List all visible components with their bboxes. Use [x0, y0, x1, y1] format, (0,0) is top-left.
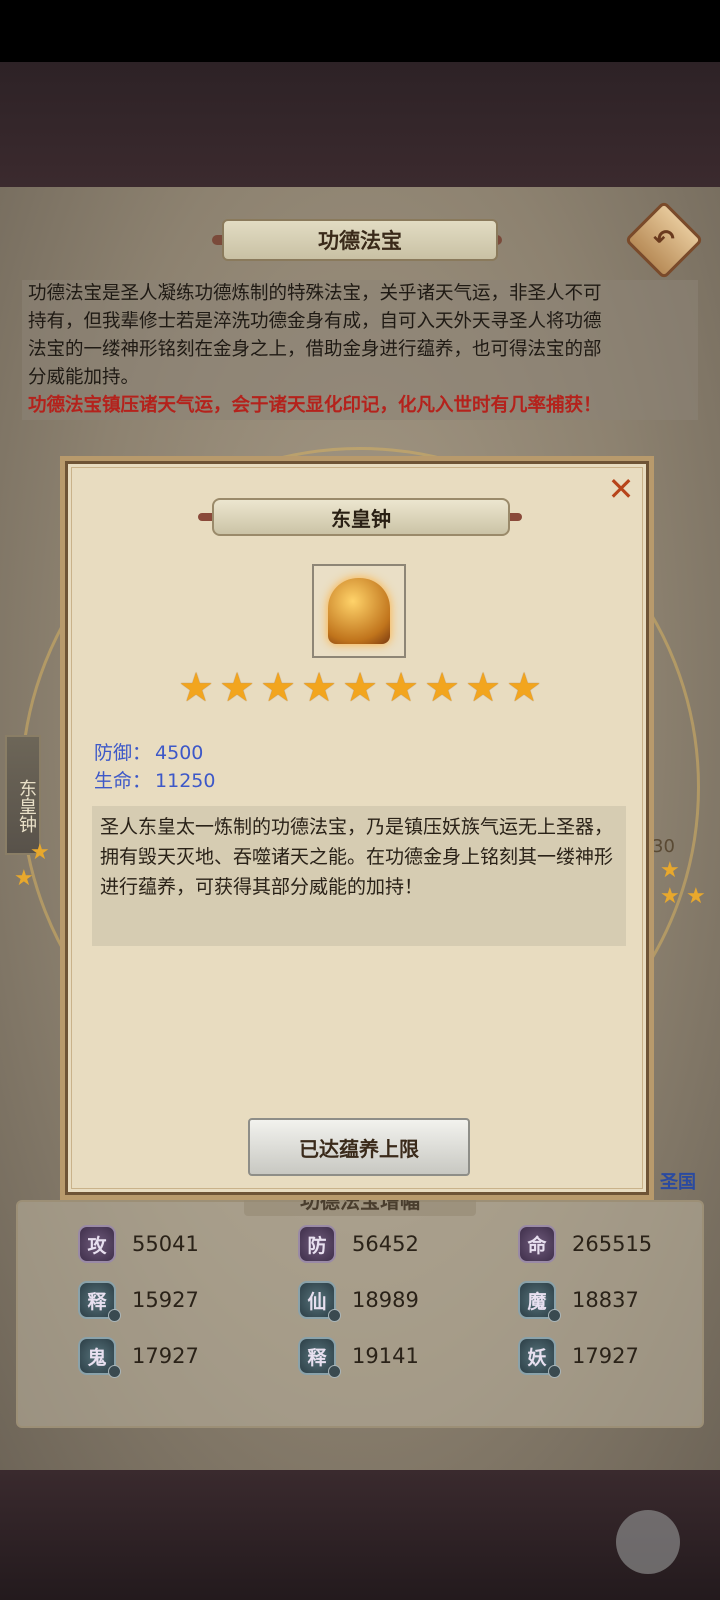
attr-value: 4500	[155, 742, 204, 764]
star-icon: ★	[30, 840, 50, 865]
side-item-tab[interactable]: 东皇钟	[5, 735, 41, 855]
stat-value: 55041	[132, 1232, 199, 1256]
badge-icon	[108, 1365, 121, 1378]
stat-glyph-icon[interactable]: 鬼	[78, 1337, 121, 1378]
stat-item: 攻 55041	[78, 1225, 199, 1263]
stat-item: 命 265515	[518, 1225, 652, 1263]
item-icon-frame	[312, 564, 406, 658]
star-icon: ★	[301, 665, 337, 711]
badge-icon	[328, 1309, 341, 1322]
stat-value: 17927	[132, 1344, 199, 1368]
star-icon: ★	[14, 866, 34, 891]
stat-glyph-icon[interactable]: 释	[298, 1337, 341, 1378]
intro-line: 持有，但我辈修士若是淬洗功德金身有成，自可入天外天寻圣人将功德	[28, 311, 602, 332]
stat-value: 265515	[572, 1232, 653, 1256]
star-icon: ★	[342, 665, 378, 711]
stat-value: 18837	[572, 1288, 639, 1312]
badge-icon	[548, 1309, 561, 1322]
stat-item: 释 15927	[78, 1281, 199, 1322]
stat-glyph-icon[interactable]: 魔	[518, 1281, 561, 1322]
page-title: 功德法宝	[222, 219, 498, 261]
close-x-icon[interactable]: ✕	[604, 470, 638, 508]
star-rating: ★ ★ ★ ★ ★ ★ ★ ★ ★	[176, 668, 545, 710]
bottom-backdrop	[0, 1470, 720, 1600]
star-icon: ★	[260, 665, 296, 711]
golden-bell-icon	[328, 578, 390, 644]
stat-glyph-icon[interactable]: 仙	[298, 1281, 341, 1322]
attr-hp: 生命： 11250	[94, 766, 215, 793]
star-icon: ★	[686, 884, 706, 909]
stat-value: 17927	[572, 1344, 639, 1368]
stat-glyph-icon[interactable]: 攻	[78, 1225, 116, 1263]
background-value: 30	[652, 836, 675, 857]
attr-value: 11250	[155, 770, 216, 792]
star-icon: ★	[383, 665, 419, 711]
intro-panel: 功德法宝是圣人凝练功德炼制的特殊法宝，关乎诸天气运，非圣人不可 持有，但我辈修士…	[22, 280, 698, 420]
stat-item: 妖 17927	[518, 1337, 639, 1378]
stat-item: 鬼 17927	[78, 1337, 199, 1378]
intro-line: 法宝的一缕神形铭刻在金身之上，借助金身进行蕴养，也可得法宝的部	[28, 339, 602, 360]
attr-label: 生命：	[94, 770, 152, 792]
stat-glyph-icon[interactable]: 释	[78, 1281, 121, 1322]
star-icon: ★	[660, 858, 680, 883]
star-icon: ★	[219, 665, 255, 711]
intro-highlight: 功德法宝镇压诸天气运，会于诸天显化印记，化凡入世时有几率捕获！	[28, 395, 602, 416]
attr-defense: 防御： 4500	[94, 738, 203, 765]
badge-icon	[548, 1365, 561, 1378]
badge-icon	[108, 1309, 121, 1322]
star-icon: ★	[506, 665, 542, 711]
intro-line: 分威能加持。	[28, 367, 140, 388]
stat-glyph-icon[interactable]: 妖	[518, 1337, 561, 1378]
item-description: 圣人东皇太一炼制的功德法宝，乃是镇压妖族气运无上圣器，拥有毁天灭地、吞噬诸天之能…	[100, 816, 614, 898]
stat-value: 19141	[352, 1344, 419, 1368]
stat-item: 防 56452	[298, 1225, 419, 1263]
side-item-label: 东皇钟	[16, 779, 37, 833]
background-link[interactable]: 圣国	[660, 1168, 696, 1194]
star-icon: ★	[660, 884, 680, 909]
stat-glyph-icon[interactable]: 防	[298, 1225, 336, 1263]
stat-glyph-icon[interactable]: 命	[518, 1225, 556, 1263]
item-description-box: 圣人东皇太一炼制的功德法宝，乃是镇压妖族气运无上圣器，拥有毁天灭地、吞噬诸天之能…	[92, 806, 626, 946]
star-icon: ★	[424, 665, 460, 711]
upper-backdrop	[0, 62, 720, 187]
stat-item: 仙 18989	[298, 1281, 419, 1322]
item-name: 东皇钟	[212, 498, 510, 536]
stat-value: 56452	[352, 1232, 419, 1256]
badge-icon	[328, 1365, 341, 1378]
intro-line: 功德法宝是圣人凝练功德炼制的特殊法宝，关乎诸天气运，非圣人不可	[28, 283, 602, 304]
status-bar	[0, 0, 720, 62]
stat-item: 魔 18837	[518, 1281, 639, 1322]
attr-label: 防御：	[94, 742, 152, 764]
nurture-button[interactable]: 已达蕴养上限	[248, 1118, 470, 1176]
stat-item: 释 19141	[298, 1337, 419, 1378]
star-icon: ★	[465, 665, 501, 711]
home-button[interactable]	[616, 1510, 680, 1574]
star-icon: ★	[178, 665, 214, 711]
stat-value: 15927	[132, 1288, 199, 1312]
back-arrow-icon[interactable]: ↶	[646, 222, 682, 258]
stat-value: 18989	[352, 1288, 419, 1312]
